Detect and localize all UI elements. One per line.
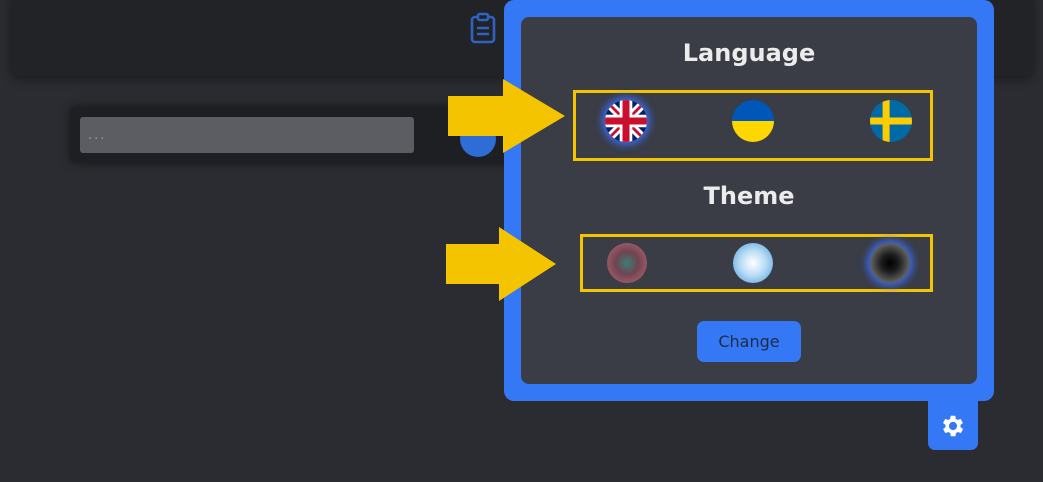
app-screen: Language xyxy=(0,0,1043,482)
theme-arrow-icon xyxy=(446,227,556,301)
theme-title: Theme xyxy=(703,182,795,210)
ukraine-flag-icon[interactable] xyxy=(732,100,774,142)
settings-toggle-button[interactable] xyxy=(928,401,978,450)
light-theme-icon[interactable] xyxy=(733,243,773,283)
language-title: Language xyxy=(682,39,816,67)
task-input[interactable] xyxy=(80,117,414,153)
clipboard-icon[interactable] xyxy=(470,12,496,44)
settings-popup: Language Theme Change xyxy=(504,0,994,401)
red-theme-icon[interactable] xyxy=(607,243,647,283)
sweden-flag-icon[interactable] xyxy=(870,100,912,142)
language-arrow-icon xyxy=(448,79,565,153)
english-flag-icon[interactable] xyxy=(605,100,647,142)
dark-theme-icon[interactable] xyxy=(870,243,910,283)
change-button[interactable]: Change xyxy=(697,321,801,362)
gear-icon xyxy=(942,415,964,436)
settings-panel: Language Theme Change xyxy=(521,17,977,384)
